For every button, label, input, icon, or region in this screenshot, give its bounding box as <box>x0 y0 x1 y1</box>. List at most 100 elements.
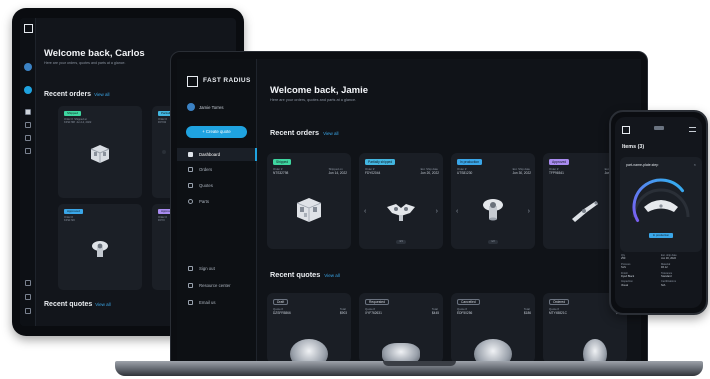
date-value: Jun 14, 2022 <box>328 170 347 175</box>
section-label: Recent orders <box>44 91 92 98</box>
part-thumbnail-icon <box>382 343 420 362</box>
quotes-icon[interactable] <box>25 135 31 141</box>
sidebar-item-quotes[interactable]: Quotes <box>177 179 257 192</box>
page-subtitle: Here are your orders, quotes and parts a… <box>270 98 357 102</box>
status-badge: Requested <box>365 299 389 305</box>
phone-device: Items (3) part-name-plate.step × In prod… <box>609 110 708 315</box>
order-meta: Order # NTS32798 Shipped on Jun 14, 2022 <box>273 167 347 175</box>
laptop-trackpad-notch <box>383 361 456 366</box>
chevron-left-icon[interactable]: ‹ <box>364 208 366 215</box>
section-title-recent-orders: Recent orders View all <box>44 91 110 98</box>
total-value: $903 <box>339 310 347 315</box>
section-label: Recent quotes <box>270 270 321 279</box>
sidebar-item-label: Sign out <box>199 266 215 271</box>
part-thumbnail-icon <box>296 198 322 222</box>
dashboard-icon <box>188 152 193 157</box>
sidebar-item-sign-out[interactable]: Sign out <box>177 262 257 275</box>
status-badge: Approved <box>549 159 570 165</box>
detail-value: Standard <box>661 275 672 279</box>
fast-radius-logo-icon <box>622 126 630 134</box>
user-profile[interactable]: Jamie Torres <box>187 103 224 111</box>
total-value: $445 <box>431 310 439 315</box>
section-title-recent-quotes: Recent quotes View all <box>270 270 340 279</box>
detail-label: Inspection <box>621 280 633 284</box>
parts-icon[interactable] <box>25 148 31 154</box>
status-badge: Ordered <box>549 299 570 305</box>
parts-icon <box>188 199 193 204</box>
part-thumbnail-icon <box>483 199 503 221</box>
order-id: FDY0 <box>158 219 165 223</box>
detail-label: Certifications <box>661 280 676 284</box>
brand-name: FAST RADIUS <box>203 77 251 84</box>
quote-card[interactable]: Draft Quote # DZSFR5866 Total $903 <box>267 293 351 362</box>
order-id: FDY02 <box>158 121 167 125</box>
quote-card[interactable]: Requested Quote # XYF762631 Total $445 <box>359 293 443 362</box>
order-meta: Order # KFS1720 <box>64 216 75 223</box>
order-id: NTS32798 <box>273 170 289 175</box>
page-title: Welcome back, Carlos <box>44 48 145 59</box>
create-quote-icon[interactable] <box>24 86 32 94</box>
chevron-left-icon[interactable]: ‹ <box>456 208 458 215</box>
date-value: Jun 14, 2022 <box>76 121 92 125</box>
section-title-recent-orders: Recent orders View all <box>270 128 339 137</box>
view-all-link[interactable]: View all <box>324 273 339 278</box>
part-thumbnail-icon <box>387 204 415 221</box>
order-card[interactable]: In production Order # UTS81230 Est. Ship d… <box>451 153 535 249</box>
section-label: Recent orders <box>270 128 320 137</box>
sidebar-item-orders[interactable]: Orders <box>177 163 257 176</box>
item-details: Qty 250 Est. ship date Jun 30, 2022 Proces… <box>621 254 701 287</box>
sidebar-item-dashboard[interactable]: Dashboard <box>177 148 257 161</box>
total-value: $186 <box>523 310 531 315</box>
view-all-link[interactable]: View all <box>323 131 338 136</box>
menu-icon[interactable] <box>689 127 696 132</box>
sidebar-item-label: Parts <box>199 199 210 204</box>
quote-id: EDF50256 <box>457 310 473 315</box>
order-id: UTS81230 <box>457 170 473 175</box>
detail-value: Dyed Black <box>621 275 635 279</box>
sidebar-item-label: Dashboard <box>199 152 221 157</box>
view-all-link[interactable]: View all <box>94 92 109 97</box>
chevron-right-icon[interactable]: › <box>528 208 530 215</box>
detail-value: 250 <box>621 257 626 261</box>
quote-card[interactable]: Cancelled Quote # EDF50256 Total $186 <box>451 293 535 362</box>
laptop-device: FAST RADIUS Jamie Torres + Create quote … <box>170 51 648 363</box>
part-thumbnail-icon <box>572 201 598 222</box>
part-thumbnail-icon <box>290 339 328 362</box>
orders-icon <box>188 167 193 172</box>
sidebar-item-label: Quotes <box>199 183 213 188</box>
order-card[interactable]: Approved Order # KFS1720 <box>58 204 142 290</box>
chevron-left-icon[interactable] <box>162 150 166 154</box>
detail-value: Visual <box>621 283 629 287</box>
detail-inspection: Inspection Visual <box>621 280 661 287</box>
detail-finish: Finish Dyed Black <box>621 272 661 279</box>
chevron-right-icon[interactable]: › <box>436 208 438 215</box>
sidebar-item-email-us[interactable]: Email us <box>177 296 257 309</box>
orders-icon[interactable] <box>25 122 31 128</box>
sidebar-item-parts[interactable]: Parts <box>177 195 257 208</box>
date-value: Jun 30, 2022 <box>512 170 531 175</box>
dashboard-icon[interactable] <box>25 109 31 115</box>
detail-value: Jun 30, 2022 <box>661 257 676 261</box>
quote-meta: Quote # DZSFR5866 Total $903 <box>273 307 347 315</box>
mail-icon[interactable] <box>25 308 31 314</box>
status-badge: In production <box>457 159 483 165</box>
create-quote-button[interactable]: + Create quote <box>186 126 247 138</box>
order-card[interactable]: Shipped Order # NTS32798 Shipped on Jun 14,… <box>267 153 351 249</box>
view-all-link[interactable]: View all <box>95 302 110 307</box>
status-badge: Cancelled <box>457 299 480 305</box>
order-card[interactable]: Shipped Order # Shipped at KFS1798 Jun 14… <box>58 106 142 198</box>
sidebar-item-resource-center[interactable]: Resource center <box>177 279 257 292</box>
avatar[interactable] <box>24 63 32 71</box>
resource-icon[interactable] <box>25 294 31 300</box>
detail-ship-date: Est. ship date Jun 30, 2022 <box>661 254 701 261</box>
detail-process: Process SLS <box>621 263 661 270</box>
sign-out-icon[interactable] <box>25 280 31 286</box>
fast-radius-logo-icon <box>187 76 198 87</box>
section-label: Recent quotes <box>44 301 93 308</box>
page-subtitle: Here are your orders, quotes and parts a… <box>44 61 126 65</box>
item-card[interactable]: part-name-plate.step × In production <box>620 157 702 252</box>
device-mockup-stage: Welcome back, Carlos Here are your order… <box>0 0 710 379</box>
detail-qty: Qty 250 <box>621 254 661 261</box>
order-card[interactable]: Partially shipped Order # FDY02044 Est. Sh… <box>359 153 443 249</box>
status-badge: Partially shipped <box>365 159 396 165</box>
